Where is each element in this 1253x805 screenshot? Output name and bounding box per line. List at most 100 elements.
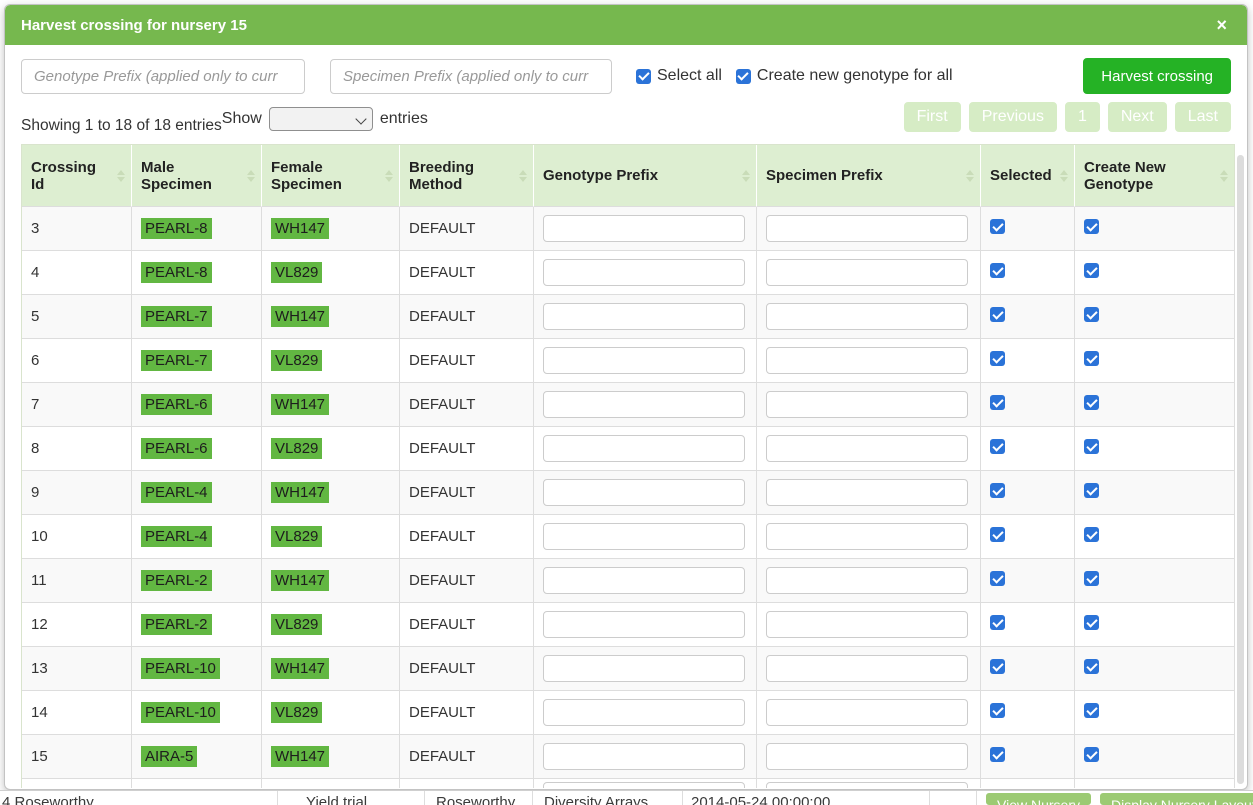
column-header-breeding-method[interactable]: Breeding Method <box>400 145 534 207</box>
column-header-selected[interactable]: Selected <box>981 145 1075 207</box>
female-specimen-cell: VL829 <box>262 339 400 383</box>
row-genotype-prefix-input[interactable] <box>543 743 745 770</box>
row-specimen-prefix-input[interactable] <box>766 567 968 594</box>
row-selected-checkbox[interactable] <box>990 483 1005 498</box>
specimen-prefix-cell <box>757 647 981 691</box>
row-genotype-prefix-input[interactable] <box>543 699 745 726</box>
row-genotype-prefix-input[interactable] <box>543 655 745 682</box>
row-create-new-genotype-checkbox[interactable] <box>1084 571 1099 586</box>
row-create-new-genotype-checkbox[interactable] <box>1084 263 1099 278</box>
row-genotype-prefix-input[interactable] <box>543 611 745 638</box>
row-specimen-prefix-input[interactable] <box>766 655 968 682</box>
row-specimen-prefix-input[interactable] <box>766 303 968 330</box>
row-specimen-prefix-input[interactable] <box>766 215 968 242</box>
column-header-crossing-id[interactable]: Crossing Id <box>22 145 132 207</box>
row-specimen-prefix-input[interactable] <box>766 479 968 506</box>
column-header-male-specimen[interactable]: Male Specimen <box>132 145 262 207</box>
modal-scrollbar[interactable] <box>1237 155 1244 784</box>
row-genotype-prefix-input[interactable] <box>543 391 745 418</box>
row-genotype-prefix-input[interactable] <box>543 479 745 506</box>
row-specimen-prefix-input[interactable] <box>766 391 968 418</box>
modal-header: Harvest crossing for nursery 15 × <box>5 5 1247 45</box>
column-header-specimen-prefix[interactable]: Specimen Prefix <box>757 145 981 207</box>
row-specimen-prefix-input[interactable] <box>766 743 968 770</box>
row-prefix-input[interactable] <box>543 782 745 788</box>
display-nursery-layout-button[interactable]: Display Nursery Layout <box>1100 793 1253 805</box>
row-create-new-genotype-checkbox[interactable] <box>1084 439 1099 454</box>
genotype-prefix-cell <box>534 691 757 735</box>
row-selected-checkbox[interactable] <box>990 219 1005 234</box>
row-selected-checkbox[interactable] <box>990 351 1005 366</box>
column-header-create-new-genotype[interactable]: Create New Genotype <box>1075 145 1235 207</box>
row-genotype-prefix-input[interactable] <box>543 435 745 462</box>
row-selected-checkbox[interactable] <box>990 703 1005 718</box>
table-row: 3PEARL-8WH147DEFAULT <box>22 207 1235 251</box>
table-row: 9PEARL-4WH147DEFAULT <box>22 471 1235 515</box>
row-specimen-prefix-input[interactable] <box>766 347 968 374</box>
row-selected-checkbox[interactable] <box>990 307 1005 322</box>
bg-cell-nursery: 4 Roseworthy <box>0 791 278 805</box>
male-specimen-cell: PEARL-2 <box>132 559 262 603</box>
row-create-new-genotype-checkbox[interactable] <box>1084 307 1099 322</box>
row-create-new-genotype-checkbox[interactable] <box>1084 659 1099 674</box>
select-all-checkbox[interactable] <box>636 69 651 84</box>
row-genotype-prefix-input[interactable] <box>543 567 745 594</box>
specimen-prefix-cell <box>757 383 981 427</box>
row-create-new-genotype-checkbox[interactable] <box>1084 395 1099 410</box>
row-specimen-prefix-input[interactable] <box>766 259 968 286</box>
scrollbar-thumb[interactable] <box>1237 155 1244 784</box>
female-specimen-badge: WH147 <box>271 306 329 327</box>
row-specimen-prefix-input[interactable] <box>766 435 968 462</box>
row-selected-checkbox[interactable] <box>990 615 1005 630</box>
row-selected-checkbox[interactable] <box>990 571 1005 586</box>
row-prefix-input[interactable] <box>766 782 968 788</box>
pagination-1[interactable]: 1 <box>1065 102 1100 132</box>
row-specimen-prefix-input[interactable] <box>766 523 968 550</box>
genotype-prefix-cell <box>534 471 757 515</box>
row-create-new-genotype-checkbox[interactable] <box>1084 703 1099 718</box>
sort-arrows-icon <box>117 170 125 182</box>
crossing-id-cell: 4 <box>22 251 132 295</box>
row-selected-checkbox[interactable] <box>990 527 1005 542</box>
pagination-last[interactable]: Last <box>1175 102 1231 132</box>
specimen-prefix-cell <box>757 735 981 779</box>
row-create-new-genotype-checkbox[interactable] <box>1084 351 1099 366</box>
harvest-crossing-button[interactable]: Harvest crossing <box>1083 58 1231 94</box>
row-genotype-prefix-input[interactable] <box>543 215 745 242</box>
create-new-genotype-all-checkbox[interactable] <box>736 69 751 84</box>
close-icon[interactable]: × <box>1212 14 1231 36</box>
partial-cell <box>400 779 534 788</box>
row-create-new-genotype-checkbox[interactable] <box>1084 615 1099 630</box>
row-specimen-prefix-input[interactable] <box>766 611 968 638</box>
row-genotype-prefix-input[interactable] <box>543 303 745 330</box>
row-genotype-prefix-input[interactable] <box>543 347 745 374</box>
row-create-new-genotype-checkbox[interactable] <box>1084 527 1099 542</box>
create-new-genotype-cell <box>1075 339 1235 383</box>
genotype-prefix-global-input[interactable] <box>21 59 305 94</box>
row-selected-checkbox[interactable] <box>990 659 1005 674</box>
row-create-new-genotype-checkbox[interactable] <box>1084 483 1099 498</box>
row-specimen-prefix-input[interactable] <box>766 699 968 726</box>
pagination-previous[interactable]: Previous <box>969 102 1057 132</box>
row-selected-checkbox[interactable] <box>990 747 1005 762</box>
view-nursery-button[interactable]: View Nursery <box>986 793 1091 805</box>
column-header-female-specimen[interactable]: Female Specimen <box>262 145 400 207</box>
row-genotype-prefix-input[interactable] <box>543 259 745 286</box>
male-specimen-cell: PEARL-4 <box>132 471 262 515</box>
male-specimen-cell: PEARL-10 <box>132 647 262 691</box>
page-size-select[interactable] <box>269 107 373 131</box>
row-selected-checkbox[interactable] <box>990 395 1005 410</box>
genotype-prefix-cell <box>534 339 757 383</box>
row-create-new-genotype-checkbox[interactable] <box>1084 219 1099 234</box>
specimen-prefix-global-input[interactable] <box>330 59 612 94</box>
pagination-first[interactable]: First <box>904 102 961 132</box>
pagination-next[interactable]: Next <box>1108 102 1167 132</box>
row-create-new-genotype-checkbox[interactable] <box>1084 747 1099 762</box>
row-genotype-prefix-input[interactable] <box>543 523 745 550</box>
column-header-genotype-prefix[interactable]: Genotype Prefix <box>534 145 757 207</box>
breeding-method-cell: DEFAULT <box>400 735 534 779</box>
bg-cell-project: Diversity Arrays <box>533 791 683 805</box>
row-selected-checkbox[interactable] <box>990 439 1005 454</box>
row-selected-checkbox[interactable] <box>990 263 1005 278</box>
male-specimen-badge: PEARL-10 <box>141 702 220 723</box>
